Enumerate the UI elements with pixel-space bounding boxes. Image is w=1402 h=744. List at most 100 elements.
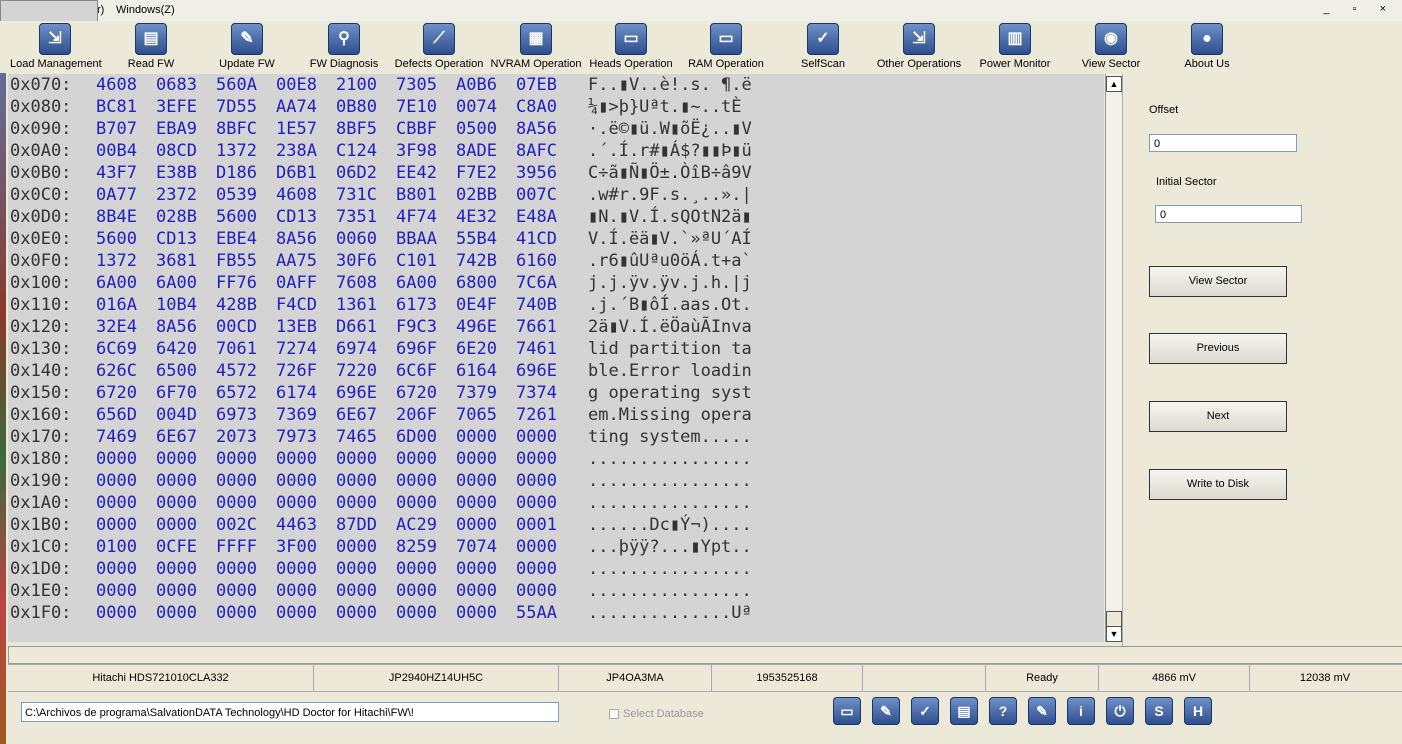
hex-word[interactable]: 6F70 (156, 383, 197, 403)
hex-word[interactable]: 0000 (336, 559, 377, 579)
hex-word[interactable]: 696E (516, 361, 557, 381)
scroll-thumb[interactable] (1106, 611, 1122, 627)
hex-word[interactable]: 0000 (456, 603, 497, 623)
hex-word[interactable]: 6160 (516, 251, 557, 271)
hex-word[interactable]: 5600 (96, 229, 137, 249)
hex-word[interactable]: D661 (336, 317, 377, 337)
hex-word[interactable]: 6E20 (456, 339, 497, 359)
hex-word[interactable]: 0000 (276, 559, 317, 579)
hex-word[interactable]: 7661 (516, 317, 557, 337)
hex-word[interactable]: 43F7 (96, 163, 137, 183)
about-us-button[interactable]: ● About Us (1176, 23, 1238, 70)
hex-word[interactable]: 4463 (276, 515, 317, 535)
hex-word[interactable]: 8ADE (456, 141, 497, 161)
ram-operation-button[interactable]: ▭ RAM Operation (684, 23, 768, 70)
hex-word[interactable]: 6174 (276, 383, 317, 403)
hex-word[interactable]: 0000 (156, 449, 197, 469)
hex-word[interactable]: 0000 (96, 581, 137, 601)
hex-scrollbar[interactable]: ▲ ▼ (1105, 74, 1122, 642)
hex-word[interactable]: 028B (156, 207, 197, 227)
hex-word[interactable]: 6572 (216, 383, 257, 403)
hex-word[interactable]: 1361 (336, 295, 377, 315)
hex-word[interactable]: 696F (396, 339, 437, 359)
hex-word[interactable]: 6A00 (96, 273, 137, 293)
hex-word[interactable]: 7220 (336, 361, 377, 381)
hex-word[interactable]: 10B4 (156, 295, 197, 315)
write-to-disk-button[interactable]: Write to Disk (1149, 469, 1287, 500)
defects-operation-button[interactable]: ⟋ Defects Operation (394, 23, 484, 70)
hex-word[interactable]: 7D55 (216, 97, 257, 117)
hex-word[interactable]: 0000 (396, 449, 437, 469)
hex-word[interactable]: 6164 (456, 361, 497, 381)
hex-word[interactable]: 0000 (276, 581, 317, 601)
hex-word[interactable]: FFFF (216, 537, 257, 557)
hex-word[interactable]: 0000 (216, 603, 257, 623)
hex-word[interactable]: 2100 (336, 75, 377, 95)
hex-word[interactable]: 4572 (216, 361, 257, 381)
hex-word[interactable]: 007C (516, 185, 557, 205)
hex-word[interactable]: 0683 (156, 75, 197, 95)
hex-word[interactable]: 0000 (276, 603, 317, 623)
hex-word[interactable]: 6E67 (336, 405, 377, 425)
hex-word[interactable]: 0539 (216, 185, 257, 205)
hex-word[interactable]: 7379 (456, 383, 497, 403)
hex-word[interactable]: 0000 (456, 581, 497, 601)
hex-word[interactable]: 7469 (96, 427, 137, 447)
hex-word[interactable]: 30F6 (336, 251, 377, 271)
selfscan-button[interactable]: ✓ SelfScan (790, 23, 856, 70)
hex-word[interactable]: 0000 (216, 581, 257, 601)
hex-word[interactable]: B801 (396, 185, 437, 205)
hex-word[interactable]: 0000 (96, 449, 137, 469)
h-icon[interactable]: H (1184, 697, 1212, 725)
next-button[interactable]: Next (1149, 401, 1287, 432)
hex-word[interactable]: 0000 (456, 493, 497, 513)
hex-word[interactable]: 0000 (96, 603, 137, 623)
menu-item-windows[interactable]: Windows(Z) (116, 4, 175, 16)
hex-word[interactable]: 02BB (456, 185, 497, 205)
hex-word[interactable]: 0000 (516, 471, 557, 491)
hex-word[interactable]: 7074 (456, 537, 497, 557)
hex-word[interactable]: 1372 (96, 251, 137, 271)
load-management-button[interactable]: ⇲ Load Management (10, 23, 102, 70)
hex-word[interactable]: 0000 (276, 493, 317, 513)
hex-word[interactable]: 7374 (516, 383, 557, 403)
hex-word[interactable]: 0000 (276, 449, 317, 469)
hex-word[interactable]: 3681 (156, 251, 197, 271)
hex-word[interactable]: 0000 (456, 471, 497, 491)
hex-word[interactable]: 560A (216, 75, 257, 95)
hex-word[interactable]: 07EB (516, 75, 557, 95)
hex-word[interactable]: 7C6A (516, 273, 557, 293)
hex-word[interactable]: F4CD (276, 295, 317, 315)
hex-word[interactable]: 0000 (516, 427, 557, 447)
hex-word[interactable]: 2073 (216, 427, 257, 447)
hex-word[interactable]: 0000 (156, 581, 197, 601)
hex-word[interactable]: 0000 (516, 559, 557, 579)
hex-word[interactable]: 0000 (396, 493, 437, 513)
hex-word[interactable]: 8BFC (216, 119, 257, 139)
hex-word[interactable]: EBA9 (156, 119, 197, 139)
hex-word[interactable]: 0060 (336, 229, 377, 249)
hex-word[interactable]: C124 (336, 141, 377, 161)
hex-word[interactable]: 1E57 (276, 119, 317, 139)
hex-word[interactable]: 7461 (516, 339, 557, 359)
power-icon[interactable]: ⏻ (1106, 697, 1134, 725)
hex-word[interactable]: 0500 (456, 119, 497, 139)
hex-word[interactable]: EBE4 (216, 229, 257, 249)
hex-word[interactable]: 0000 (156, 559, 197, 579)
hex-word[interactable]: 0000 (396, 471, 437, 491)
hex-word[interactable]: 0000 (336, 493, 377, 513)
hex-word[interactable]: 0000 (276, 471, 317, 491)
hex-word[interactable]: 0000 (516, 581, 557, 601)
help-icon[interactable]: ? (989, 697, 1017, 725)
hex-word[interactable]: 8B4E (96, 207, 137, 227)
hex-word[interactable]: EE42 (396, 163, 437, 183)
hex-word[interactable]: D6B1 (276, 163, 317, 183)
hex-word[interactable]: 3F98 (396, 141, 437, 161)
hex-word[interactable]: 6973 (216, 405, 257, 425)
hex-word[interactable]: 626C (96, 361, 137, 381)
hex-word[interactable]: 7274 (276, 339, 317, 359)
hex-word[interactable]: B707 (96, 119, 137, 139)
hex-word[interactable]: 7351 (336, 207, 377, 227)
hex-word[interactable]: 2372 (156, 185, 197, 205)
hex-word[interactable]: 428B (216, 295, 257, 315)
